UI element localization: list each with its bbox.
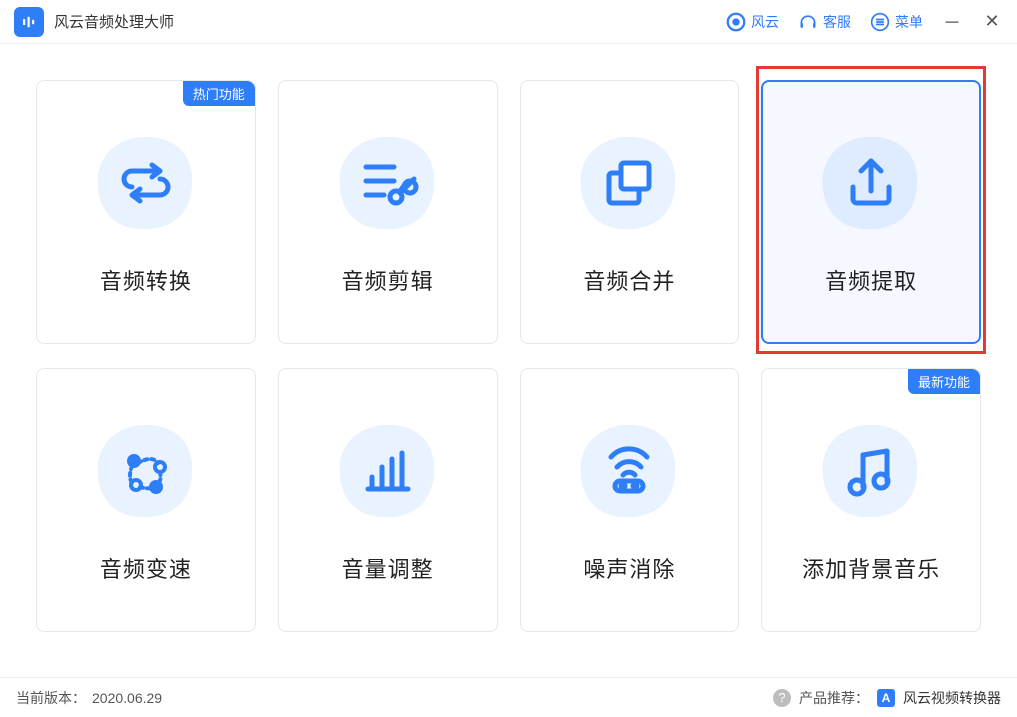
- minimize-button[interactable]: －: [941, 9, 963, 35]
- titlebar: 风云音频处理大师 风云 客服 菜单 － ✕: [0, 0, 1017, 44]
- speed-icon: [91, 416, 201, 526]
- feature-card-merge[interactable]: 音频合并: [520, 80, 740, 344]
- feature-card-extract[interactable]: 音频提取: [761, 80, 981, 344]
- convert-icon: [91, 128, 201, 238]
- headset-icon: [797, 11, 819, 33]
- extract-icon: [816, 128, 926, 238]
- feature-card-volume[interactable]: 音量调整: [278, 368, 498, 632]
- feature-card-bgmusic[interactable]: 最新功能 添加背景音乐: [761, 368, 981, 632]
- version-value: 2020.06.29: [92, 690, 162, 706]
- brand-link[interactable]: 风云: [725, 11, 779, 33]
- badge-new: 最新功能: [908, 369, 980, 394]
- menu-label: 菜单: [895, 12, 923, 32]
- feature-card-denoise[interactable]: 噪声消除: [520, 368, 740, 632]
- feature-label: 音频转换: [100, 264, 192, 296]
- feature-label: 音频变速: [100, 552, 192, 584]
- feature-label: 添加背景音乐: [802, 552, 940, 584]
- feature-label: 噪声消除: [583, 552, 675, 584]
- app-title: 风云音频处理大师: [54, 11, 174, 32]
- recommend-product[interactable]: 风云视频转换器: [903, 688, 1001, 708]
- target-icon: [725, 11, 747, 33]
- support-button[interactable]: 客服: [797, 11, 851, 33]
- titlebar-actions: 风云 客服 菜单 － ✕: [725, 9, 1003, 35]
- help-icon[interactable]: ?: [773, 689, 791, 707]
- recommend-logo-icon: A: [877, 689, 895, 707]
- feature-card-speed[interactable]: 音频变速: [36, 368, 256, 632]
- merge-icon: [574, 128, 684, 238]
- list-icon: [869, 11, 891, 33]
- menu-button[interactable]: 菜单: [869, 11, 923, 33]
- recommend-label: 产品推荐：: [799, 688, 869, 708]
- feature-grid: 热门功能 音频转换 音频剪辑 音频合并: [0, 44, 1017, 632]
- version-label: 当前版本：: [16, 688, 86, 708]
- music-icon: [816, 416, 926, 526]
- feature-label: 音频提取: [825, 264, 917, 296]
- support-label: 客服: [823, 12, 851, 32]
- brand-label: 风云: [751, 12, 779, 32]
- feature-label: 音频剪辑: [342, 264, 434, 296]
- edit-icon: [333, 128, 443, 238]
- close-button[interactable]: ✕: [981, 11, 1003, 32]
- feature-card-edit[interactable]: 音频剪辑: [278, 80, 498, 344]
- statusbar: 当前版本： 2020.06.29 ? 产品推荐： A 风云视频转换器: [0, 677, 1017, 717]
- denoise-icon: [574, 416, 684, 526]
- app-logo-icon: [14, 7, 44, 37]
- volume-icon: [333, 416, 443, 526]
- feature-label: 音量调整: [342, 552, 434, 584]
- feature-card-convert[interactable]: 热门功能 音频转换: [36, 80, 256, 344]
- feature-label: 音频合并: [583, 264, 675, 296]
- badge-hot: 热门功能: [183, 81, 255, 106]
